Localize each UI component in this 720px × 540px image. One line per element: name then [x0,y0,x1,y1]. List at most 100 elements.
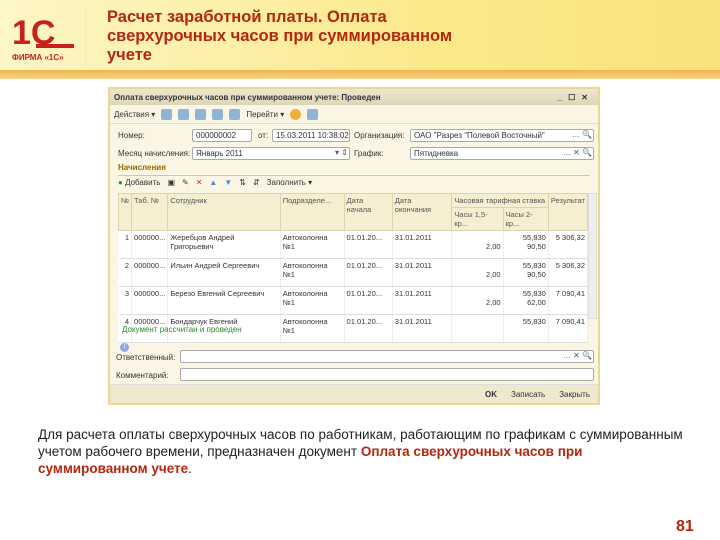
comment-field[interactable] [180,368,594,381]
cell-tab: 000000... [131,230,169,259]
cell-emp: Ильин Андрей Сергеевич [167,258,281,287]
document-window: Оплата сверхурочных часов при суммирован… [108,87,600,405]
number-label: Номер: [118,131,145,140]
main-toolbar: Действия ▾ Перейти ▾ [110,105,598,124]
sort-asc-icon[interactable]: ⇅ [239,178,246,187]
cell-result: 7 090,41 [548,286,589,315]
cell-n: 1 [118,230,133,259]
copy-row-icon[interactable]: ▣ [167,178,175,187]
cell-end: 31.01.2011 [392,286,453,315]
month-label: Месяц начисления: [118,149,191,158]
table-row[interactable]: 2 000000... Ильин Андрей Сергеевич Автоколо… [118,258,589,287]
cell-end: 31.01.2011 [392,230,453,259]
month-spinner[interactable]: ▾ ⇕ [335,148,348,157]
cell-start: 01.01.20... [344,286,393,315]
table-row[interactable]: 1 000000... Жеребцов Андрей Григорьевич Авт… [118,230,589,259]
month-field[interactable]: Январь 2011 ▾ ⇕ [192,147,350,160]
col-tab[interactable]: Таб. № [131,193,169,231]
cell-n: 3 [118,286,133,315]
col-hours-2[interactable]: Часы 2-кр... [502,207,549,231]
header-bar [0,70,720,79]
header-separator [85,4,86,68]
table-scrollbar[interactable] [588,193,597,319]
cell-dept: Автоколонна №1 [280,314,345,343]
help-icon[interactable] [290,108,302,120]
cell-h2: 55,830 [503,314,549,343]
cell-h2: 55,830 90,50 [503,258,549,287]
cell-result: 5 306,32 [548,230,589,259]
schedule-select-buttons[interactable]: … ✕ 🔍 [563,148,592,157]
cell-end: 31.01.2011 [392,258,453,287]
slide-title: Расчет заработной платы. Оплата сверхуро… [107,8,453,64]
org-field[interactable]: ОАО "Разрез "Полевой Восточный"… 🔍 [410,129,594,142]
sort-desc-icon[interactable]: ⇵ [253,178,260,187]
col-n[interactable]: № [117,193,133,231]
copy-icon[interactable] [195,108,207,120]
section-divider [118,175,590,176]
ok-button[interactable]: OK [485,390,497,399]
cell-tab: 000000... [131,258,169,287]
col-dept[interactable]: Подразделе... [279,193,345,231]
cell-h15: 2,00 [451,286,504,315]
schedule-field[interactable]: Пятидневка… ✕ 🔍 [410,147,594,160]
move-up-icon[interactable]: ▲ [209,178,217,187]
col-end[interactable]: Дата окончания [391,193,453,231]
edit-icon[interactable]: ✎ [182,178,189,187]
window-controls[interactable]: _☐✕ [558,93,594,102]
date-label: от: [258,131,269,140]
list-icon[interactable] [307,108,319,120]
date-field[interactable]: 15.03.2011 10:38:02 [272,129,350,142]
close-button[interactable]: Закрыть [559,390,590,399]
cell-dept: Автоколонна №1 [280,258,345,287]
structure-icon[interactable] [212,108,224,120]
cell-h15: 2,00 [451,258,504,287]
page-number: 81 [676,518,694,535]
col-employee[interactable]: Сотрудник [167,193,281,231]
window-title: Оплата сверхурочных часов при суммирован… [114,92,381,102]
org-label: Организация: [354,131,405,140]
add-button[interactable]: ● Добавить [118,178,160,187]
cell-start: 01.01.20... [344,314,393,343]
org-select-buttons[interactable]: … 🔍 [572,130,592,139]
move-down-icon[interactable]: ▼ [224,178,232,187]
status-text: Документ рассчитан и проведен [122,325,242,334]
save-button[interactable]: Записать [511,390,545,399]
cell-end: 31.01.2011 [392,314,453,343]
cell-h15 [451,314,504,343]
schedule-label: График: [354,149,384,158]
cell-emp: Березо Евгений Сергеевич [167,286,281,315]
number-field[interactable]: 000000002 [192,129,252,142]
table-row[interactable]: 3 000000... Березо Евгений Сергеевич Автоко… [118,286,589,315]
col-hours-15[interactable]: Часы 1,5-кр... [451,207,504,231]
window-footer: OK Записать Закрыть [110,384,598,403]
svg-text:ФИРМА «1С»: ФИРМА «1С» [12,53,64,62]
cell-h15: 2,00 [451,230,504,259]
post-icon[interactable] [161,108,173,120]
movements-icon[interactable] [229,108,241,120]
cell-h2: 55,830 62,00 [503,286,549,315]
section-accruals: Начисления [118,163,166,172]
cell-start: 01.01.20... [344,230,393,259]
fill-menu[interactable]: Заполнить ▾ [267,178,313,187]
cell-dept: Автоколонна №1 [280,230,345,259]
col-rate[interactable]: Часовая тарифная ставка [451,193,549,208]
responsible-label: Ответственный: [116,353,176,362]
col-start[interactable]: Дата начала [343,193,393,231]
cell-dept: Автоколонна №1 [280,286,345,315]
col-result[interactable]: Результат [547,193,589,231]
info-icon: i [120,343,129,352]
table-toolbar: ● Добавить ▣ ✎ ✕ ▲ ▼ ⇅ ⇵ Заполнить ▾ [118,178,312,187]
actions-menu[interactable]: Действия ▾ [114,110,155,119]
cell-h2: 55,830 90,50 [503,230,549,259]
comment-label: Комментарий: [116,371,169,380]
slide-description: Для расчета оплаты сверхурочных часов по… [38,427,683,476]
responsible-select-buttons[interactable]: … ✕ 🔍 [563,351,592,360]
goto-menu[interactable]: Перейти ▾ [246,110,284,119]
window-titlebar: Оплата сверхурочных часов при суммирован… [110,89,598,105]
responsible-field[interactable]: … ✕ 🔍 [180,350,594,363]
cell-tab: 000000... [131,286,169,315]
1c-logo: 1С ФИРМА «1С» [12,14,74,62]
delete-icon[interactable]: ✕ [196,178,203,187]
unpost-icon[interactable] [178,108,190,120]
cell-result: 7 090,41 [548,314,589,343]
